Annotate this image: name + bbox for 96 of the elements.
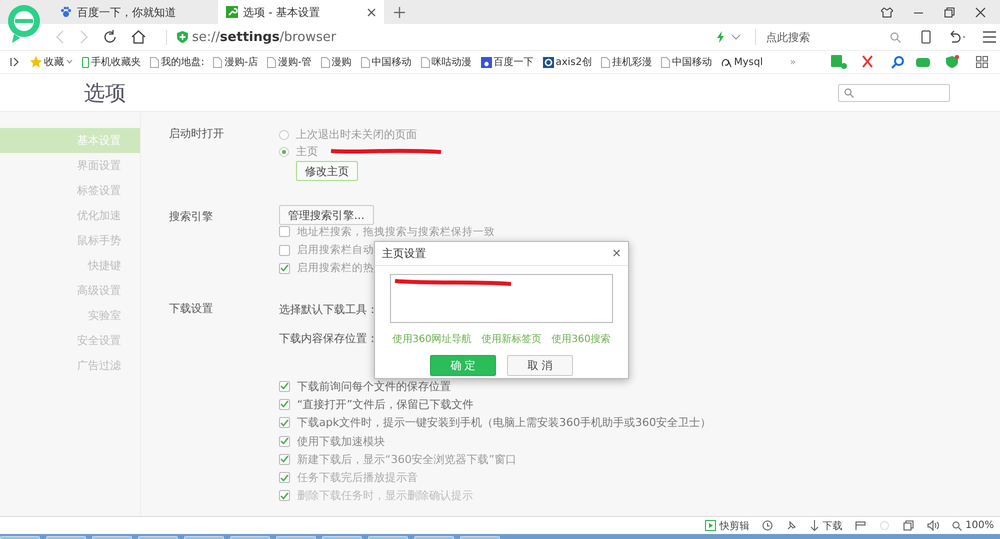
flag-icon[interactable]: [855, 520, 866, 530]
close-icon[interactable]: [975, 6, 986, 18]
site-icon: [542, 56, 554, 68]
settings-search-field[interactable]: [838, 84, 950, 102]
phone-icon[interactable]: [921, 30, 931, 44]
bookmark[interactable]: 漫购: [320, 55, 352, 69]
home-icon[interactable]: [131, 30, 146, 44]
phone-icon: [82, 56, 89, 68]
apps-icon[interactable]: [976, 56, 988, 68]
bookmark[interactable]: 中国移动: [360, 55, 412, 69]
section-label: 启动时打开: [169, 126, 225, 142]
lightning-icon[interactable]: [717, 31, 725, 43]
option-label: 任务下载完后播放提示音: [297, 470, 418, 486]
download-button[interactable]: 下载: [810, 518, 842, 532]
bookmark[interactable]: 百度一下: [480, 55, 534, 69]
page-icon: [661, 56, 670, 68]
page-icon: [150, 56, 159, 68]
option-label: 使用下载加速模块: [297, 434, 385, 449]
bookmark[interactable]: 咪咕动漫: [420, 55, 472, 69]
checkbox[interactable]: [279, 472, 290, 484]
section-label: 下载设置: [169, 301, 214, 317]
option-label: 新建下载后，显示“360安全浏览器下载”窗口: [297, 452, 516, 467]
manage-search-engines-button[interactable]: 管理搜索引擎...: [279, 205, 374, 225]
shirt-icon[interactable]: [881, 6, 893, 18]
zoom-button[interactable]: 100%: [952, 520, 994, 531]
option-label: 删除下载任务时，显示删除确认提示: [297, 488, 473, 504]
dialog-title: 主页设置: [382, 246, 426, 261]
new-tab-icon[interactable]: [394, 7, 405, 18]
search-icon[interactable]: [891, 56, 904, 68]
section-label: 搜索引擎: [169, 209, 214, 225]
star-icon: [30, 56, 42, 68]
url-text[interactable]: se://settings/browser: [192, 30, 336, 44]
wrench-icon: [226, 6, 238, 18]
option-label: 地址栏搜索，拖拽搜索与搜索栏保持一致: [297, 226, 495, 238]
checkbox[interactable]: [279, 454, 290, 465]
close-icon[interactable]: [367, 8, 376, 16]
download-arrow-icon: [810, 520, 820, 531]
restore-icon[interactable]: [944, 6, 955, 18]
radio-button[interactable]: [279, 130, 289, 140]
field-label: 选择默认下载工具：: [279, 302, 378, 317]
page-icon: [213, 56, 222, 68]
search-icon: [890, 32, 901, 42]
zoom-icon: [952, 520, 962, 530]
bookmark[interactable]: 漫购-店: [213, 55, 258, 69]
bookmark[interactable]: 我的地盘:: [150, 55, 204, 69]
bookmark[interactable]: 手机收藏夹: [82, 55, 141, 69]
play-icon: [705, 520, 716, 531]
homepage-url-field[interactable]: [390, 274, 613, 323]
option-label: 启用搜索栏的热: [297, 262, 374, 274]
page-title: 选项: [84, 80, 126, 106]
window-icon[interactable]: [903, 520, 914, 531]
checkbox[interactable]: [279, 417, 290, 428]
option-label: “直接打开”文件后，保留已下载文件: [297, 396, 474, 412]
option-label: 下载前询问每个文件的保存位置: [297, 378, 451, 394]
field-label: 下载内容保存位置：: [279, 331, 378, 346]
checkbox[interactable]: [279, 380, 290, 392]
browser-tab[interactable]: 百度一下，你就知道: [52, 0, 218, 24]
sidebar-toggle-icon[interactable]: [10, 57, 20, 67]
checkbox[interactable]: [279, 490, 290, 502]
caret-icon: [66, 59, 73, 65]
bookmark[interactable]: Mysql: [721, 56, 763, 68]
option-label: 上次退出时未关闭的页面: [296, 127, 417, 142]
cancel-button[interactable]: 取 消: [507, 355, 573, 376]
menu-icon[interactable]: [983, 31, 996, 43]
reload-icon[interactable]: [103, 30, 117, 44]
bookmark[interactable]: 收藏: [30, 55, 73, 69]
paw-icon: [60, 6, 72, 18]
search-icon: [844, 88, 854, 98]
bookmark[interactable]: 中国移动: [661, 55, 712, 69]
checkbox[interactable]: [279, 244, 290, 256]
history-icon[interactable]: [762, 520, 774, 531]
bookmark[interactable]: 挂机彩漫: [601, 55, 652, 69]
close-button[interactable]: ×: [612, 245, 621, 262]
browser-tab[interactable]: 选项 - 基本设置: [218, 0, 384, 24]
search-field[interactable]: 点此搜索: [755, 29, 901, 45]
page-icon: [320, 56, 330, 68]
clip-button[interactable]: 快剪辑: [705, 518, 750, 532]
shield-icon: [177, 31, 188, 43]
change-homepage-button[interactable]: 修改主页: [296, 161, 358, 181]
bookmark[interactable]: axis2创: [542, 55, 592, 69]
option-label: 启用搜索栏自动: [297, 244, 374, 256]
page-icon: [360, 56, 370, 68]
bookmark[interactable]: 漫购-管: [266, 55, 312, 69]
option-label: 主页: [296, 144, 318, 159]
radio-button[interactable]: [279, 146, 289, 156]
pin-icon[interactable]: [786, 520, 798, 531]
speaker-icon[interactable]: [927, 520, 940, 531]
checkbox[interactable]: [279, 436, 290, 447]
page-icon: [420, 56, 430, 68]
checkbox[interactable]: [279, 226, 290, 237]
checkbox[interactable]: [279, 262, 290, 274]
page-icon: [266, 56, 276, 68]
option-label: 下载apk文件时，提示一键安装到手机（电脑上需安装360手机助手或360安全卫士）: [297, 415, 712, 430]
page-icon: [601, 56, 610, 68]
checkbox[interactable]: [279, 398, 290, 410]
paw-icon: [480, 56, 492, 68]
